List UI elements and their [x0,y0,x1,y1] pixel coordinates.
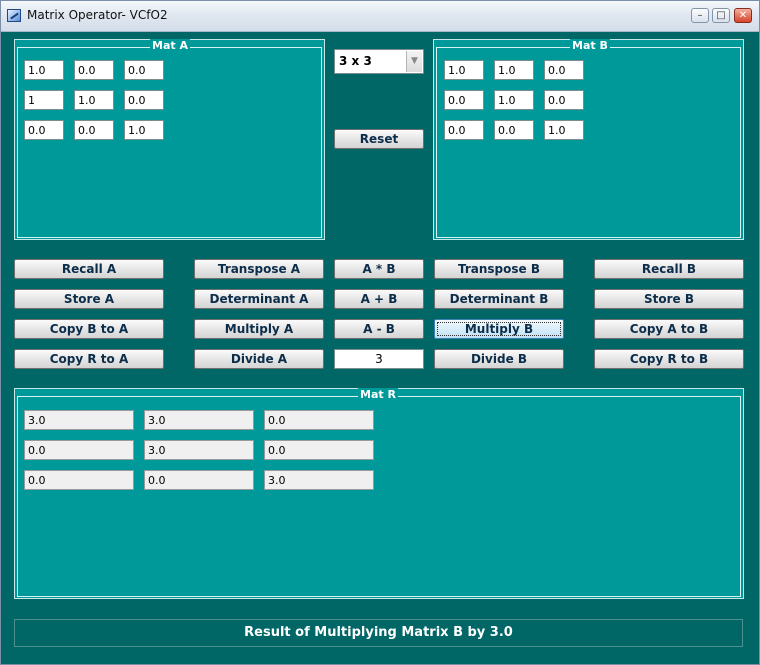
close-button[interactable]: ✕ [734,8,752,23]
mat-a-cell[interactable] [124,120,164,140]
a-plus-b-button[interactable]: A + B [334,289,424,309]
mat-r-cell [264,470,374,490]
mat-r-cell [144,470,254,490]
mat-a-cell[interactable] [124,90,164,110]
matrix-size-value: 3 x 3 [339,54,372,68]
mat-b-cell[interactable] [494,60,534,80]
mat-r-cell [144,410,254,430]
copy-a-to-b-button[interactable]: Copy A to B [594,319,744,339]
mat-r-cell [264,440,374,460]
a-times-b-button[interactable]: A * B [334,259,424,279]
mat-a-label: Mat A [150,39,190,52]
mat-r-cell [144,440,254,460]
mat-b-cell[interactable] [444,60,484,80]
mat-a-cell[interactable] [74,60,114,80]
mat-a-cell[interactable] [24,90,64,110]
copy-r-to-a-button[interactable]: Copy R to A [14,349,164,369]
chevron-down-icon[interactable]: ▼ [406,51,422,72]
app-window: Matrix Operator- VCfO2 – □ ✕ Mat A Mat B [0,0,760,665]
maximize-button[interactable]: □ [712,8,730,23]
mat-a-cell[interactable] [24,60,64,80]
window-title: Matrix Operator- VCfO2 [27,8,168,22]
mat-a-cell[interactable] [124,60,164,80]
mat-a-panel: Mat A [14,39,325,240]
divide-a-button[interactable]: Divide A [194,349,324,369]
transpose-b-button[interactable]: Transpose B [434,259,564,279]
mat-r-label: Mat R [358,388,398,401]
mat-b-cell[interactable] [544,60,584,80]
mat-r-cell [264,410,374,430]
status-message: Result of Multiplying Matrix B by 3.0 [14,619,743,647]
copy-r-to-b-button[interactable]: Copy R to B [594,349,744,369]
app-icon [7,9,21,22]
recall-a-button[interactable]: Recall A [14,259,164,279]
a-minus-b-button[interactable]: A - B [334,319,424,339]
mat-a-cell[interactable] [74,90,114,110]
mat-r-cell [24,410,134,430]
transpose-a-button[interactable]: Transpose A [194,259,324,279]
mat-a-cell[interactable] [74,120,114,140]
mat-r-panel: Mat R [14,388,744,599]
minimize-button[interactable]: – [691,8,709,23]
title-bar[interactable]: Matrix Operator- VCfO2 – □ ✕ [1,1,759,32]
multiply-a-button[interactable]: Multiply A [194,319,324,339]
mat-b-cell[interactable] [494,90,534,110]
store-a-button[interactable]: Store A [14,289,164,309]
mat-b-panel: Mat B [433,39,744,240]
mat-b-label: Mat B [570,39,610,52]
mat-a-cell[interactable] [24,120,64,140]
recall-b-button[interactable]: Recall B [594,259,744,279]
mat-b-cell[interactable] [444,90,484,110]
mat-b-cell[interactable] [444,120,484,140]
mat-r-cell [24,470,134,490]
mat-b-cell[interactable] [544,90,584,110]
mat-b-cell[interactable] [544,120,584,140]
store-b-button[interactable]: Store B [594,289,744,309]
scalar-input[interactable]: 3 [334,349,424,369]
mat-b-cell[interactable] [494,120,534,140]
reset-button[interactable]: Reset [334,129,424,149]
determinant-a-button[interactable]: Determinant A [194,289,324,309]
determinant-b-button[interactable]: Determinant B [434,289,564,309]
divide-b-button[interactable]: Divide B [434,349,564,369]
matrix-size-select[interactable]: 3 x 3 ▼ [334,49,424,74]
copy-b-to-a-button[interactable]: Copy B to A [14,319,164,339]
mat-r-cell [24,440,134,460]
multiply-b-button[interactable]: Multiply B [434,319,564,339]
